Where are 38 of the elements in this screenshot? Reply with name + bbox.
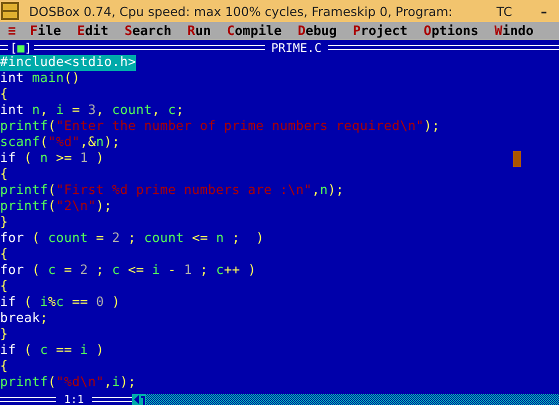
code-line: int main() <box>0 71 80 87</box>
menu-item[interactable]: Debug <box>298 24 337 38</box>
menu-item[interactable]: Run <box>187 24 211 38</box>
code-line: scanf("%d",&n); <box>0 135 120 151</box>
code-line: printf("First %d prime numbers are :\n",n); <box>0 183 344 199</box>
menu-item[interactable]: File <box>30 24 62 38</box>
minimize-button[interactable]: – <box>540 4 547 18</box>
code-line: if ( c == i ) <box>0 343 104 359</box>
code-line: } <box>0 215 8 231</box>
code-line: { <box>0 87 8 103</box>
code-line: printf("%d\n",i); <box>0 375 136 391</box>
code-line: { <box>0 167 8 183</box>
cursor-position: 1:1 <box>64 394 84 405</box>
dosbox-logo-icon <box>1 2 19 20</box>
code-line: { <box>0 279 8 295</box>
program-name: TC <box>496 4 512 18</box>
code-line: printf("2\n"); <box>0 199 112 215</box>
code-line: for ( c = 2 ; c <= i - 1 ; c++ ) <box>0 263 256 279</box>
code-line: printf("Enter the number of prime numbers required\n"); <box>0 119 440 135</box>
code-line: { <box>0 247 8 263</box>
menu-item[interactable]: Edit <box>77 24 108 38</box>
code-line: int n, i = 3, count, c; <box>0 103 184 119</box>
file-name: PRIME.C <box>271 40 322 54</box>
window-title: DOSBox 0.74, Cpu speed: max 100% cycles, Frameskip 0, Program: <box>29 4 453 18</box>
code-line: if ( n >= 1 ) <box>0 151 104 167</box>
code-line: { <box>0 359 8 375</box>
horizontal-scrollbar[interactable] <box>146 394 559 405</box>
scroll-left-icon[interactable] <box>132 394 146 405</box>
menu-item[interactable]: Windo <box>494 24 534 38</box>
close-box[interactable]: [■] <box>10 40 32 54</box>
code-line: if ( i%c == 0 ) <box>0 295 120 311</box>
code-line: } <box>0 327 8 343</box>
code-line: for ( count = 2 ; count <= n ; ) <box>0 231 264 247</box>
code-line: break; <box>0 311 48 327</box>
menu-item[interactable]: Project <box>352 24 408 38</box>
menu-item[interactable]: Compile <box>226 24 282 38</box>
menu-item[interactable]: Search <box>124 24 172 38</box>
menu-item[interactable]: Options <box>424 24 478 38</box>
